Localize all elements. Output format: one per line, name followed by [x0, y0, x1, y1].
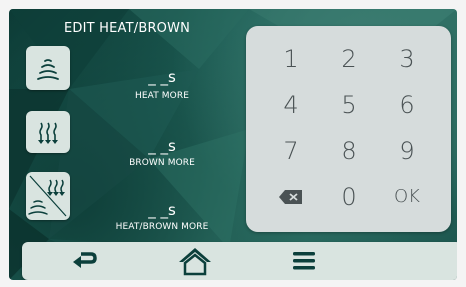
heat-more-label: HEAT MORE [135, 91, 189, 101]
page-title: EDIT HEAT/BROWN [64, 21, 191, 36]
key-9[interactable]: 9 [382, 131, 432, 171]
key-0[interactable]: 0 [324, 177, 374, 217]
menu-icon [293, 252, 315, 270]
key-1[interactable]: 1 [266, 39, 316, 79]
heat-brown-more-button[interactable] [26, 172, 70, 220]
brown-arrows-icon [38, 122, 58, 144]
key-7[interactable]: 7 [266, 131, 316, 171]
brown-more-label: BROWN MORE [129, 158, 195, 168]
key-5[interactable]: 5 [324, 85, 374, 125]
ok-key[interactable]: OK [382, 177, 432, 217]
heat-brown-more-value: _ _s [148, 201, 176, 219]
key-8[interactable]: 8 [324, 131, 374, 171]
heat-brown-combo-icon [28, 175, 67, 217]
key-3[interactable]: 3 [382, 39, 432, 79]
backspace-icon [279, 190, 302, 204]
key-2[interactable]: 2 [324, 39, 374, 79]
heat-waves-icon [37, 59, 59, 80]
brown-more-button[interactable] [26, 111, 70, 153]
key-6[interactable]: 6 [382, 85, 432, 125]
back-arrow-icon [73, 252, 97, 268]
bottom-nav-bar [22, 242, 457, 280]
heat-more-value: _ _s [148, 68, 176, 86]
heat-brown-more-label: HEAT/BROWN MORE [115, 222, 209, 232]
screen: EDIT HEAT/BROWN _ _s HEAT MORE _ _s BROW… [9, 9, 457, 280]
back-button[interactable] [65, 242, 105, 280]
home-icon [179, 248, 211, 276]
device-frame: EDIT HEAT/BROWN _ _s HEAT MORE _ _s BROW… [0, 0, 466, 287]
home-button[interactable] [175, 242, 215, 280]
heat-more-button[interactable] [26, 46, 70, 90]
backspace-key[interactable] [266, 177, 316, 217]
menu-button[interactable] [285, 242, 325, 280]
brown-more-value: _ _s [148, 137, 176, 155]
numeric-keypad: 1 2 3 4 5 6 7 8 9 0 OK [246, 26, 451, 232]
key-4[interactable]: 4 [266, 85, 316, 125]
